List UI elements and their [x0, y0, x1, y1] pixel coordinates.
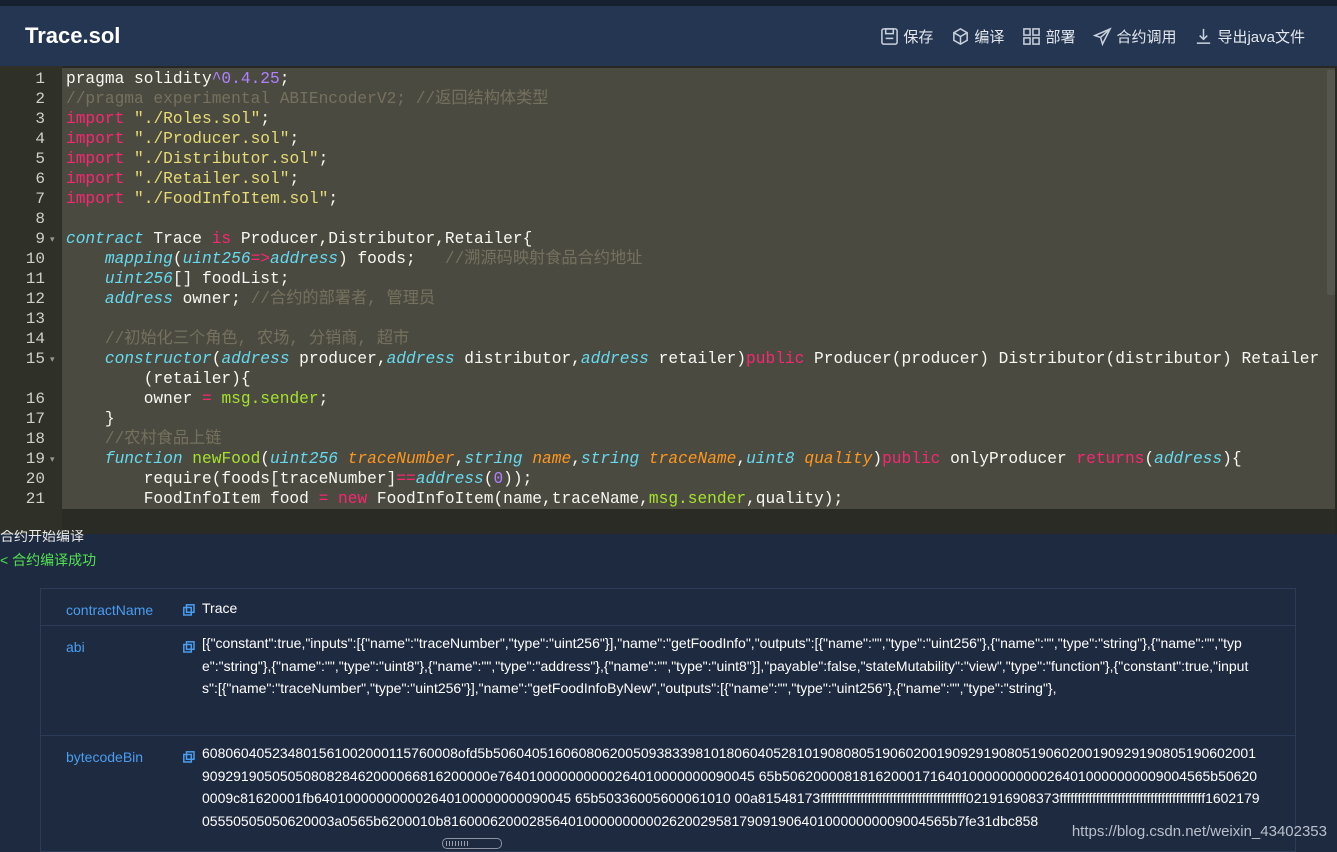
code-line: mapping(uint256=>address) foods; //溯源码映射…: [104, 250, 643, 268]
line-number: 12: [25, 290, 45, 308]
line-number: 2: [35, 90, 45, 108]
console-log-compile-success: < 合约编译成功: [0, 552, 97, 568]
compile-button[interactable]: 编译: [951, 26, 1004, 47]
code-line: uint256[] foodList;: [104, 270, 290, 288]
send-icon: [1093, 27, 1113, 46]
line-number: 15: [25, 350, 45, 368]
deploy-label: 部署: [1045, 29, 1076, 46]
result-key: contractName: [66, 602, 154, 618]
code-line-wrap: (retailer){: [143, 370, 251, 388]
code-line: address owner; //合约的部署者, 管理员: [104, 290, 436, 308]
fold-arrow-icon[interactable]: ▾: [50, 449, 55, 469]
line-number: 18: [25, 430, 45, 448]
header: Trace.sol 保存 编译 部署 合约调用 导出java文件: [0, 6, 1337, 66]
result-value: [{"constant":true,"inputs":[{"name":"tra…: [202, 635, 1249, 696]
line-number: 17: [25, 410, 45, 428]
fold-arrow-icon[interactable]: ▾: [50, 229, 55, 249]
line-number: 21: [25, 490, 45, 508]
grid-icon: [1023, 28, 1041, 45]
code-line: contract Trace is Producer,Distributor,R…: [66, 230, 533, 248]
export-java-button[interactable]: 导出java文件: [1194, 26, 1305, 47]
code-line: pragma solidity^0.4.25;: [66, 70, 290, 88]
compile-label: 编译: [974, 29, 1005, 46]
line-number: 5: [35, 150, 45, 168]
editor-scrollbar[interactable]: [1327, 70, 1335, 295]
line-number: 20: [25, 470, 45, 488]
line-number: 6: [35, 170, 45, 188]
invoke-button[interactable]: 合约调用: [1093, 26, 1176, 47]
code-line: function newFood(uint256 traceNumber,str…: [104, 450, 1242, 468]
result-key: abi: [66, 639, 85, 655]
scroll-grip-icon: [446, 841, 470, 846]
code-line: import "./Retailer.sol";: [66, 170, 300, 188]
save-button[interactable]: 保存: [880, 26, 933, 47]
code-line: import "./FoodInfoItem.sol";: [66, 190, 339, 208]
download-icon: [1197, 28, 1211, 44]
line-number: 7: [35, 190, 45, 208]
cube-icon: [953, 28, 969, 45]
line-number: 1: [35, 70, 45, 88]
code-line: import "./Distributor.sol";: [66, 150, 329, 168]
code-line: }: [104, 410, 115, 428]
copy-icon[interactable]: [183, 640, 195, 653]
editor-bottom-bar: [62, 509, 1335, 534]
result-key: bytecodeBin: [66, 749, 144, 765]
code-line: //农村食品上链: [104, 430, 222, 448]
invoke-label: 合约调用: [1116, 29, 1177, 46]
line-number: 11: [25, 270, 45, 288]
code-line: //初始化三个角色, 农场, 分销商, 超市: [104, 330, 410, 348]
line-number: 4: [35, 130, 45, 148]
line-number: 14: [25, 330, 45, 348]
line-number: 16: [25, 390, 45, 408]
export-label: 导出java文件: [1217, 29, 1305, 46]
code-line: //pragma experimental ABIEncoderV2; //返回…: [66, 90, 549, 108]
code-line: FoodInfoItem food = new FoodInfoItem(nam…: [143, 490, 844, 508]
line-number: 10: [25, 250, 45, 268]
code-line: owner = msg.sender;: [143, 390, 329, 408]
line-number: 3: [35, 110, 45, 128]
line-number: 8: [35, 210, 45, 228]
result-value: Trace: [202, 600, 238, 616]
horizontal-scroll-handle[interactable]: [442, 838, 502, 849]
save-label: 保存: [903, 29, 934, 46]
line-number: 19: [25, 450, 45, 468]
save-icon: [881, 28, 899, 45]
toolbar: 保存 编译 部署 合约调用 导出java文件: [862, 26, 1305, 47]
console-log-compile-start: 合约开始编译: [0, 530, 84, 542]
code-line: constructor(address producer,address dis…: [104, 350, 1320, 368]
result-row-contract-name: contractName Trace: [41, 589, 1295, 626]
line-number: 13: [25, 310, 45, 328]
code-line: require(foods[traceNumber]==address(0));: [143, 470, 533, 488]
code-line: import "./Producer.sol";: [66, 130, 300, 148]
compile-result-table: contractName Trace abi [{"constant":true…: [40, 588, 1296, 852]
result-row-abi: abi [{"constant":true,"inputs":[{"name":…: [41, 626, 1295, 736]
line-number: 9: [35, 230, 45, 248]
file-title: Trace.sol: [25, 23, 121, 48]
copy-icon[interactable]: [183, 750, 195, 763]
copy-icon[interactable]: [183, 603, 195, 616]
fold-arrow-icon[interactable]: ▾: [50, 349, 55, 369]
line-gutter: 1 2 3 4 5 6 7 8 9 ▾ 10 11 12 13 14 15 ▾ …: [0, 66, 62, 534]
code-editor[interactable]: 1 2 3 4 5 6 7 8 9 ▾ 10 11 12 13 14 15 ▾ …: [0, 66, 1337, 534]
code-line: import "./Roles.sol";: [66, 110, 271, 128]
watermark: https://blog.csdn.net/weixin_43402353: [1071, 823, 1327, 840]
console-output: 合约开始编译 < 合约编译成功 contractName Trace abi […: [0, 530, 1337, 852]
deploy-button[interactable]: 部署: [1022, 26, 1075, 47]
